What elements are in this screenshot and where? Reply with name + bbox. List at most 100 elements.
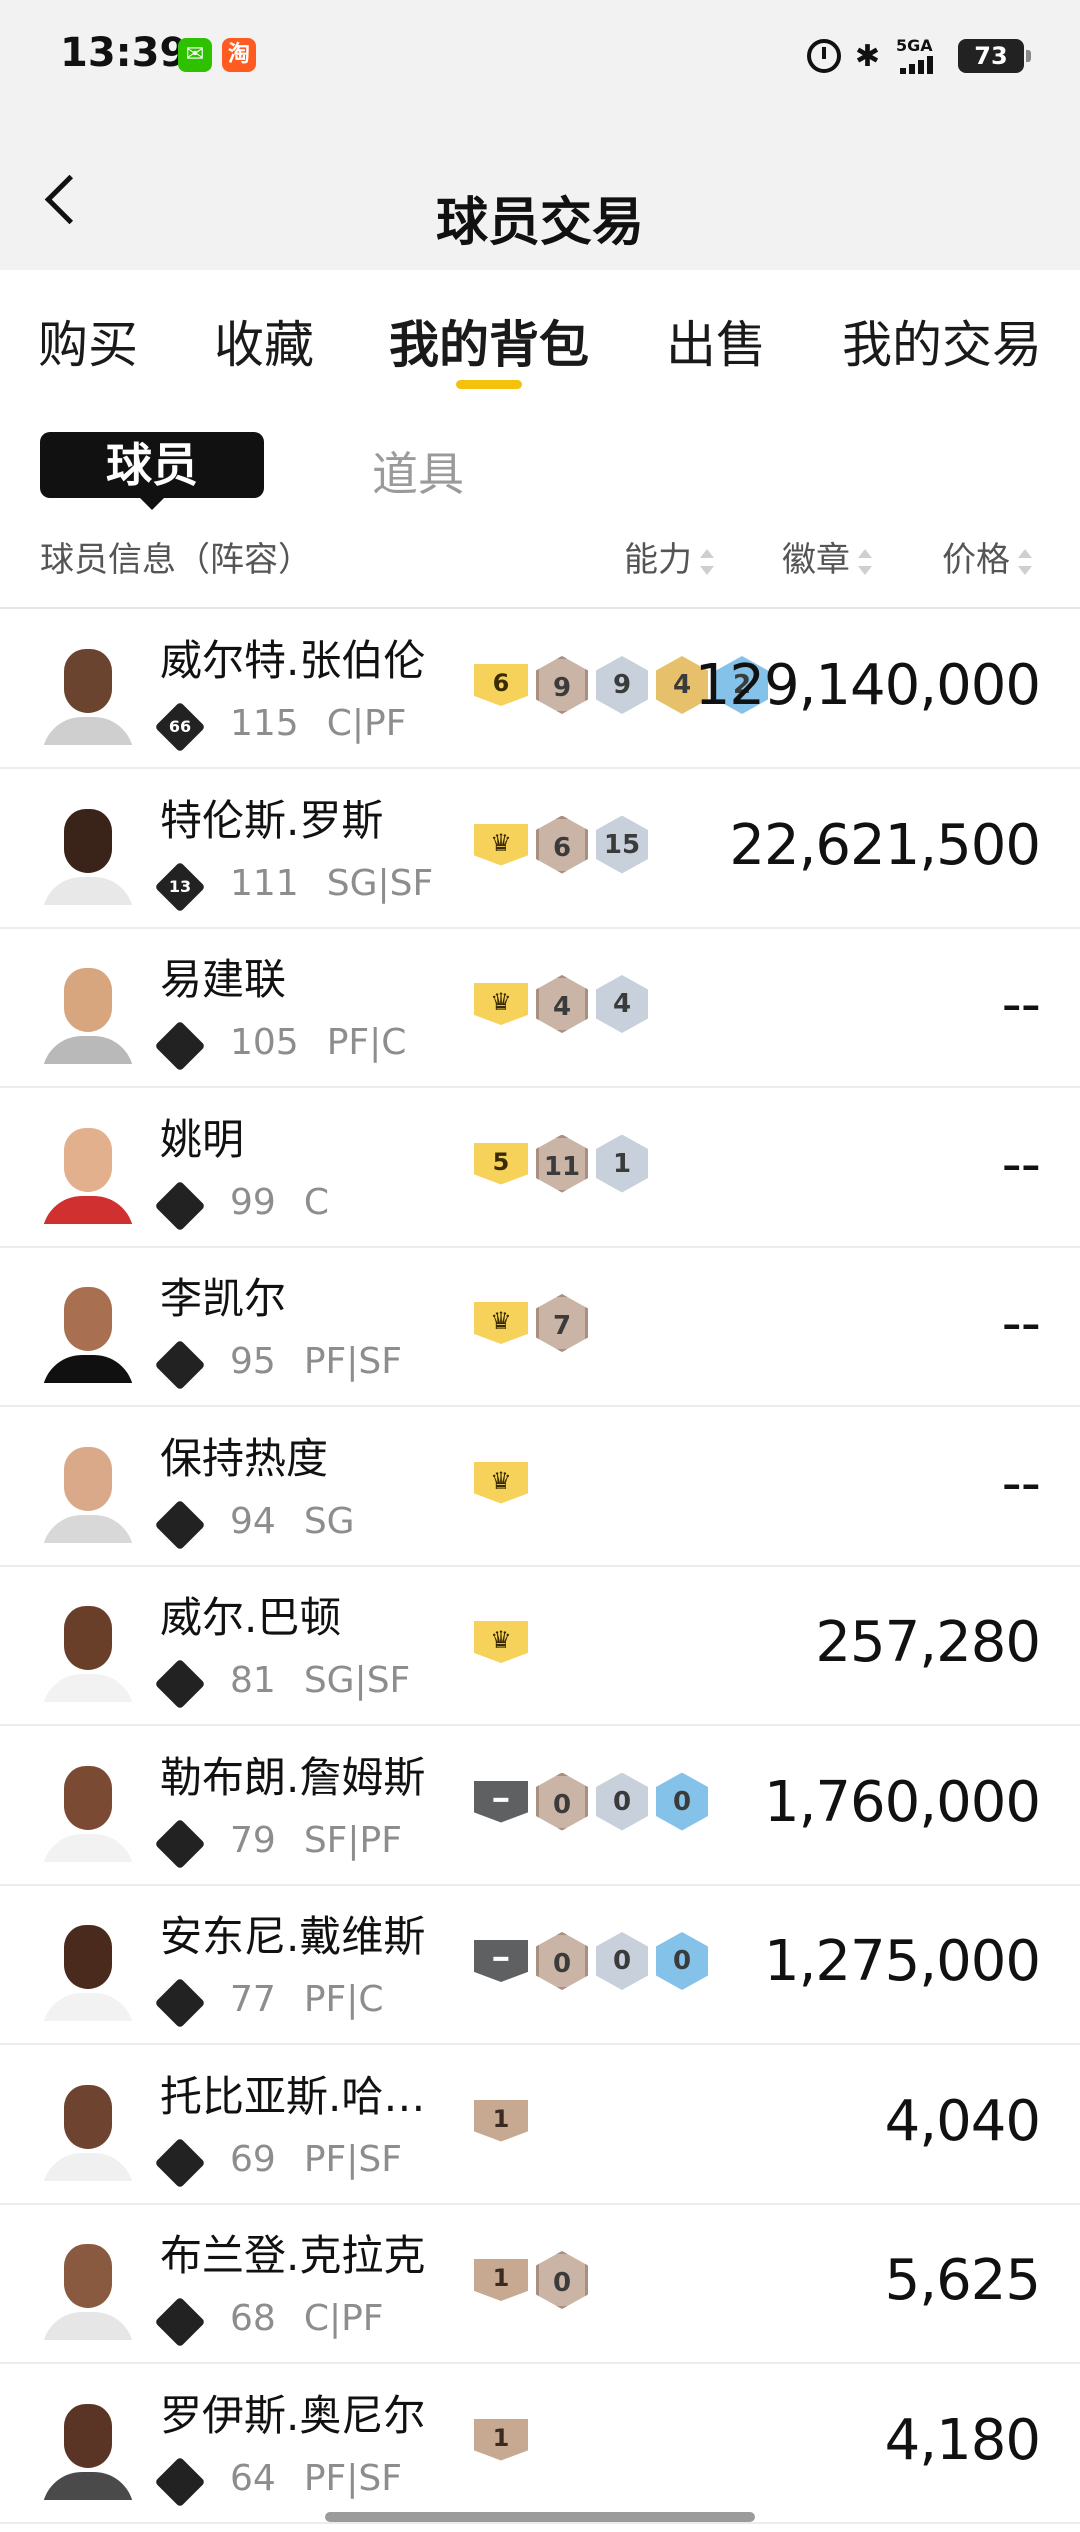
player-price: 257,280 xyxy=(815,1610,1041,1675)
home-indicator[interactable] xyxy=(325,2512,755,2522)
tier-number xyxy=(162,1826,198,1862)
player-avatar xyxy=(38,1762,136,1862)
rank-badge: ♛ xyxy=(474,1621,528,1663)
taobao-notification-icon: 淘 xyxy=(222,38,256,72)
badge-group: ♛ 6 15 xyxy=(474,815,648,875)
tier-icon xyxy=(154,1020,206,1072)
sort-icon xyxy=(858,548,872,575)
badge-hexagon: 0 xyxy=(596,1772,648,1831)
player-row[interactable]: 易建联 105 PF|C ♛ 4 4 -- xyxy=(0,928,1080,1088)
player-row[interactable]: 李凯尔 95 PF|SF ♛ 7 -- xyxy=(0,1247,1080,1407)
tab-favorites[interactable]: 收藏 xyxy=(214,305,314,377)
rank-badge: 5 xyxy=(474,1142,528,1185)
player-avatar xyxy=(38,805,136,905)
badge-hexagon: 11 xyxy=(536,1134,588,1193)
player-meta: 77 PF|C xyxy=(230,1979,384,2020)
battery-indicator: 73 xyxy=(958,39,1031,73)
player-price: -- xyxy=(1001,1450,1041,1516)
column-price-sort[interactable]: 价格 xyxy=(942,532,1032,581)
app-header: 13:39 ✉ 淘 ✱ 5GA 73 球员交易 xyxy=(0,0,1080,270)
player-overall: 64 xyxy=(230,2457,276,2499)
player-row[interactable]: 托比亚斯.哈… 69 PF|SF 1 4,040 xyxy=(0,2045,1080,2205)
tier-icon xyxy=(154,2137,206,2188)
badge-hexagon: 9 xyxy=(536,656,588,714)
rank-badge: ━ xyxy=(474,1780,528,1823)
tier-icon xyxy=(154,1180,206,1231)
badge-hexagon: 0 xyxy=(536,2251,588,2309)
tier-icon xyxy=(154,1818,206,1869)
player-price: 1,275,000 xyxy=(763,1929,1041,1994)
player-row[interactable]: 保持热度 94 SG ♛ -- xyxy=(0,1407,1080,1567)
tab-my-trades[interactable]: 我的交易 xyxy=(842,305,1042,377)
rank-badge: 1 xyxy=(474,2418,528,2461)
player-meta: 69 PF|SF xyxy=(230,2139,402,2180)
rank-badge: 6 xyxy=(474,664,528,706)
player-name: 威尔.巴顿 xyxy=(160,1593,342,1642)
column-ability-sort[interactable]: 能力 xyxy=(624,532,714,581)
wechat-notification-icon: ✉ xyxy=(178,38,212,72)
player-avatar xyxy=(38,2240,136,2340)
player-overall: 68 xyxy=(230,2298,276,2339)
tier-icon xyxy=(154,2296,206,2348)
player-overall: 79 xyxy=(230,1819,276,1861)
rank-badge: ♛ xyxy=(474,983,528,1025)
player-name: 罗伊斯.奥尼尔 xyxy=(160,2390,426,2440)
rank-badge: ━ xyxy=(474,1940,528,1982)
badge-hexagon: 15 xyxy=(596,815,648,874)
badge-hexagon: 0 xyxy=(596,1932,648,1990)
player-price: -- xyxy=(1001,972,1041,1037)
cellular-signal-icon: 5GA xyxy=(894,36,944,76)
player-position: SF|PF xyxy=(303,1819,402,1861)
player-position: PF|C xyxy=(303,1979,384,2020)
tab-sell[interactable]: 出售 xyxy=(666,305,766,377)
rank-badge: ♛ xyxy=(474,1302,528,1344)
player-name: 保持热度 xyxy=(160,1433,329,1483)
rank-badge: ♛ xyxy=(474,1461,528,1504)
tier-number xyxy=(162,1666,198,1702)
badge-group: ♛ 7 xyxy=(474,1293,588,1353)
player-overall: 81 xyxy=(230,1660,276,1701)
player-row[interactable]: 安东尼.戴维斯 77 PF|C ━ 0 0 0 1,275,000 xyxy=(0,1885,1080,2045)
player-position: C xyxy=(303,1181,329,1223)
tier-number xyxy=(162,2464,198,2500)
badge-hexagon: 4 xyxy=(536,975,588,1033)
rank-badge: 1 xyxy=(474,2259,528,2301)
player-meta: 68 C|PF xyxy=(230,2298,384,2339)
player-position: C|PF xyxy=(303,2298,384,2339)
player-name: 李凯尔 xyxy=(160,1274,287,1323)
player-avatar xyxy=(38,1602,136,1702)
tab-buy[interactable]: 购买 xyxy=(38,305,138,377)
badge-group: 1 xyxy=(474,2091,528,2151)
tab-my-backpack[interactable]: 我的背包 xyxy=(389,305,589,377)
player-meta: 99 C xyxy=(230,1182,329,1223)
player-overall: 105 xyxy=(230,1022,299,1063)
column-ability-label: 能力 xyxy=(624,540,692,580)
player-avatar xyxy=(38,2400,136,2500)
player-row[interactable]: 勒布朗.詹姆斯 79 SF|PF ━ 0 0 0 1,760,000 xyxy=(0,1726,1080,1886)
badge-hexagon: 0 xyxy=(656,1772,708,1831)
player-position: PF|SF xyxy=(303,2138,402,2180)
player-meta: 95 PF|SF xyxy=(230,1341,402,1382)
player-row[interactable]: 特伦斯.罗斯 13 111 SG|SF ♛ 6 15 22,621,500 xyxy=(0,769,1080,929)
badge-group: 1 xyxy=(474,2410,528,2470)
player-row[interactable]: 威尔特.张伯伦 66 115 C|PF 6 9 9 4 2 129,140,000 xyxy=(0,609,1080,769)
player-row[interactable]: 威尔.巴顿 81 SG|SF ♛ 257,280 xyxy=(0,1566,1080,1726)
player-price: -- xyxy=(1001,1131,1041,1197)
badge-group: ♛ xyxy=(474,1612,528,1672)
tier-number xyxy=(162,1507,198,1543)
player-row[interactable]: 布兰登.克拉克 68 C|PF 1 0 5,625 xyxy=(0,2204,1080,2364)
player-price: 22,621,500 xyxy=(729,812,1041,878)
player-price: 4,180 xyxy=(884,2407,1041,2473)
player-row[interactable]: 罗伊斯.奥尼尔 64 PF|SF 1 4,180 xyxy=(0,2364,1080,2524)
page-title: 球员交易 xyxy=(435,193,644,253)
player-overall: 77 xyxy=(230,1979,276,2020)
player-meta: 115 C|PF xyxy=(230,703,406,744)
tier-icon xyxy=(154,1339,206,1391)
segment-item[interactable]: 道具 xyxy=(372,438,464,504)
segment-player[interactable]: 球员 xyxy=(40,432,264,510)
player-avatar xyxy=(38,964,136,1064)
player-position: PF|C xyxy=(326,1022,407,1063)
column-badge-sort[interactable]: 徽章 xyxy=(782,532,872,581)
badge-group: 10 xyxy=(474,2250,588,2310)
player-row[interactable]: 姚明 99 C 5 11 1 -- xyxy=(0,1088,1080,1248)
